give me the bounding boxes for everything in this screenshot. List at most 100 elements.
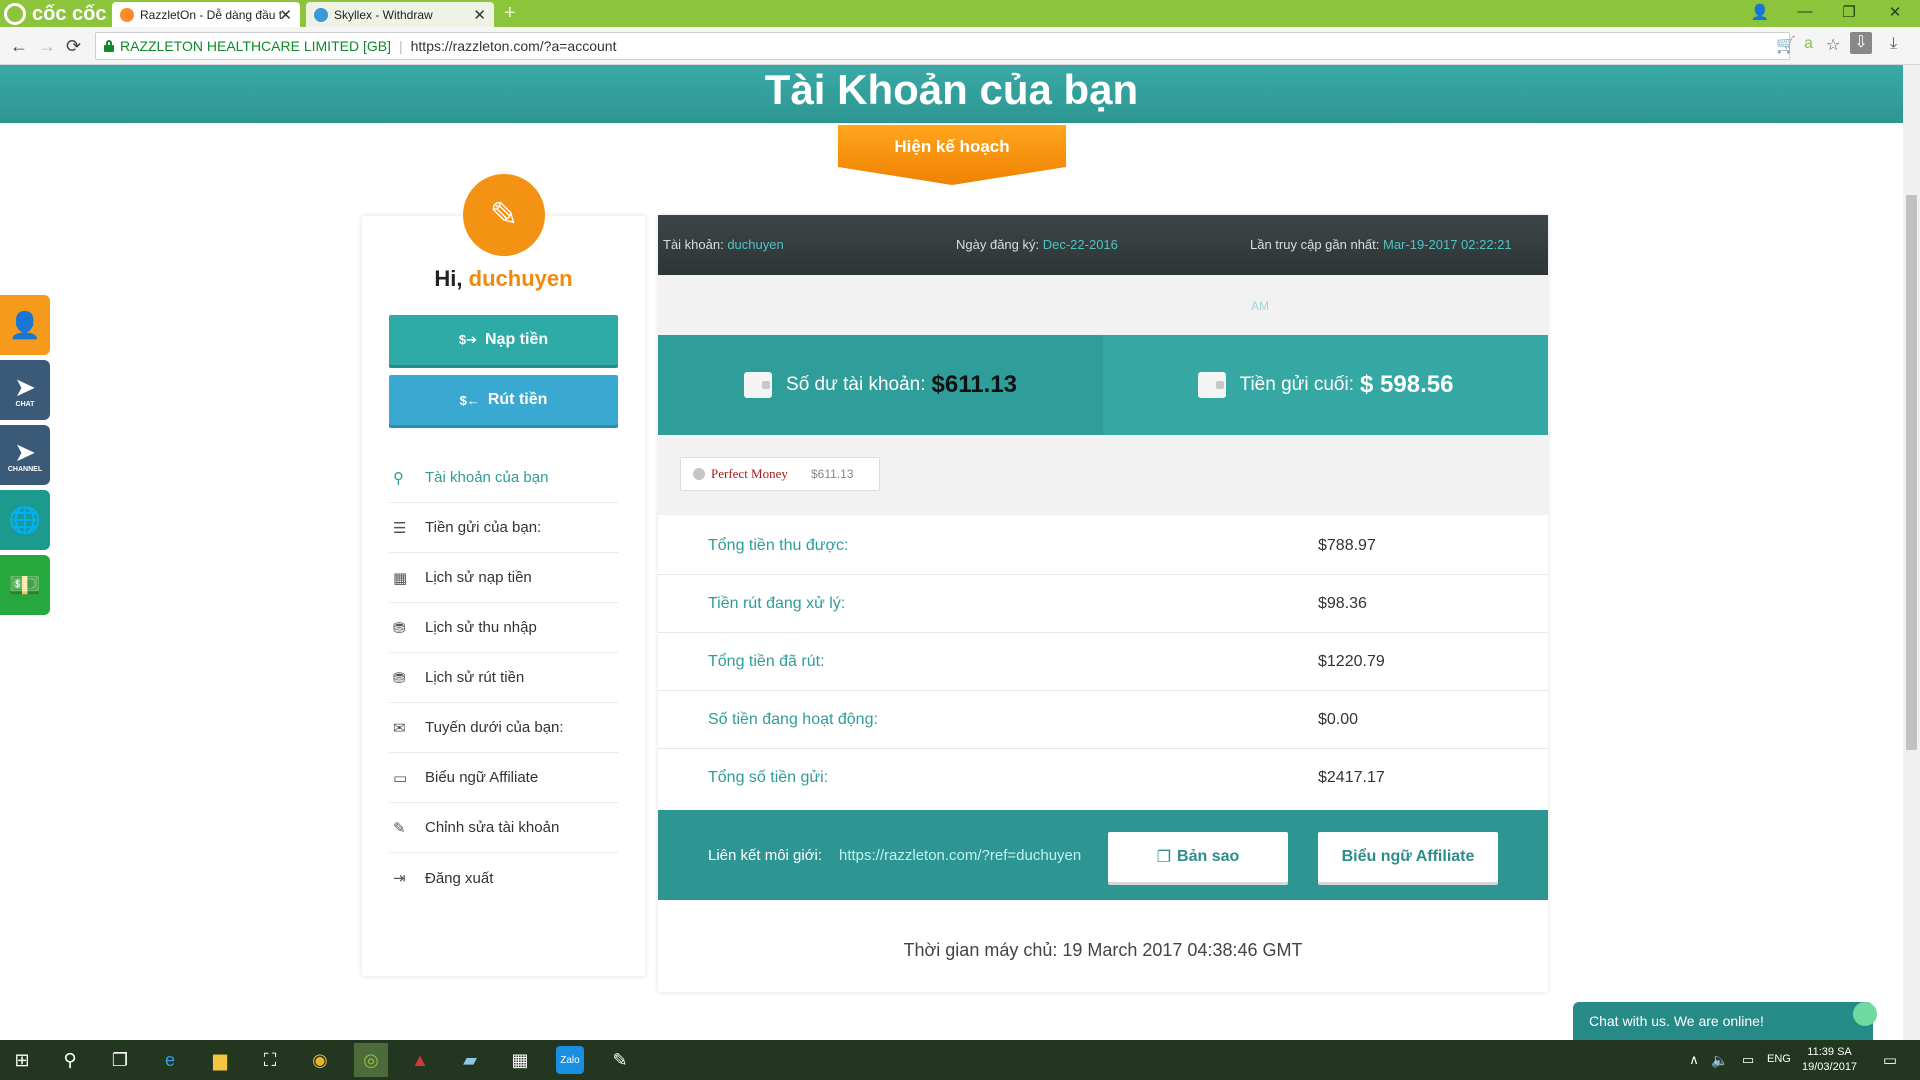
browser-brand-text: cốc cốc — [32, 2, 107, 25]
url-text[interactable]: https://razzleton.com/?a=account — [411, 38, 617, 54]
deposit-button[interactable]: $➔ Nạp tiền — [389, 315, 618, 365]
tab-razzleton[interactable]: RazzletOn - Dễ dàng đầu t ✕ — [112, 2, 300, 27]
restore-icon[interactable]: ❐ — [1834, 3, 1864, 21]
search-icon[interactable]: ⚲ — [56, 1046, 84, 1074]
balance-label: Số dư tài khoản: — [786, 374, 926, 395]
task-view-icon[interactable]: ❐ — [106, 1046, 134, 1074]
calculator-icon[interactable]: ▦ — [506, 1046, 534, 1074]
payment-processor-row: Perfect Money $611.13 — [658, 435, 1548, 515]
stat-label: Tổng tiền đã rút: — [708, 652, 825, 670]
stat-value: $788.97 — [1318, 536, 1376, 554]
wallet-icon — [744, 372, 773, 398]
sidebar-item-affiliate-banners[interactable]: ▭ Biểu ngữ Affiliate — [389, 753, 618, 803]
stat-value: $0.00 — [1318, 710, 1359, 728]
sidebar-item-deposit-history[interactable]: ▦ Lịch sử nạp tiền — [389, 553, 618, 603]
edge-icon[interactable]: e — [156, 1046, 184, 1074]
calendar-icon: ▦ — [393, 569, 408, 587]
sidebar-item-referrals[interactable]: ✉ Tuyến dưới của bạn: — [389, 703, 618, 753]
telegram-chat-icon: ➤ — [14, 371, 36, 402]
hero-banner: Tài Khoản của bạn — [0, 65, 1903, 123]
sidebar-item-logout[interactable]: ⇥ Đăng xuất — [389, 853, 618, 903]
show-plans-button[interactable]: Hiện kế hoạch — [838, 125, 1066, 185]
float-channel-button[interactable]: ➤ CHANNEL — [0, 425, 50, 485]
clock[interactable]: 11:39 SA 19/03/2017 — [1802, 1045, 1857, 1075]
greeting-prefix: Hi, — [434, 266, 463, 291]
sidebar-item-label: Tiền gửi của bạn: — [425, 519, 542, 536]
paint-icon[interactable]: ✎ — [606, 1046, 634, 1074]
lock-icon — [104, 40, 114, 52]
app-icon[interactable]: ▲ — [406, 1046, 434, 1074]
page-title: Tài Khoản của bạn — [764, 66, 1139, 113]
forward-arrow-icon[interactable]: → — [38, 36, 56, 57]
registered-value: Dec-22-2016 — [1042, 237, 1118, 252]
close-icon[interactable]: ✕ — [473, 6, 486, 24]
perfect-money-balance: Perfect Money $611.13 — [680, 457, 880, 491]
sidebar-item-withdraw-history[interactable]: ⛃ Lịch sử rút tiền — [389, 653, 618, 703]
back-arrow-icon[interactable]: ← — [10, 36, 28, 57]
file-explorer-icon[interactable]: ▆ — [206, 1046, 234, 1074]
last-deposit-value: $ 598.56 — [1360, 371, 1454, 398]
database-icon: ☰ — [393, 519, 407, 537]
withdraw-button[interactable]: $← Rút tiền — [389, 375, 618, 425]
account-stats-table: Tổng tiền thu được: $788.97 Tiền rút đan… — [658, 517, 1548, 807]
page-scrollbar[interactable] — [1903, 65, 1920, 1040]
scrollbar-thumb[interactable] — [1906, 195, 1917, 750]
notification-icon[interactable]: ▭ — [1876, 1046, 1904, 1074]
store-icon[interactable]: ⛶ — [256, 1046, 284, 1074]
sidebar-item-deposits[interactable]: ☰ Tiền gửi của bạn: — [389, 503, 618, 553]
registration-date-info: Ngày đăng ký: Dec-22-2016 — [956, 237, 1118, 252]
tray-chevron-icon[interactable]: ∧ — [1680, 1046, 1708, 1074]
input-language[interactable]: ENG — [1767, 1053, 1791, 1065]
copy-button[interactable]: ❐ Bản sao — [1108, 832, 1288, 882]
float-money-button[interactable]: 💵 — [0, 555, 50, 615]
referral-link[interactable]: https://razzleton.com/?ref=duchuyen — [839, 847, 1081, 864]
tab-skyllex[interactable]: Skyllex - Withdraw ✕ — [306, 2, 494, 27]
channel-caption: CHANNEL — [7, 465, 43, 473]
stat-value: $98.36 — [1318, 594, 1367, 612]
sidebar-item-account[interactable]: ⚲ Tài khoản của bạn — [389, 453, 618, 503]
amazon-icon[interactable]: a — [1804, 35, 1813, 53]
browser-logo[interactable]: cốc cốc — [4, 2, 106, 26]
window-close-icon[interactable]: ✕ — [1880, 3, 1910, 21]
table-row: Tổng tiền đã rút: $1220.79 — [658, 633, 1548, 691]
minimize-icon[interactable]: — — [1790, 3, 1820, 20]
greeting: Hi, duchuyen — [362, 266, 645, 292]
stat-label: Tổng tiền thu được: — [708, 536, 849, 554]
sidebar-item-label: Tuyến dưới của bạn: — [425, 719, 564, 736]
float-globe-button[interactable]: 🌐 — [0, 490, 50, 550]
windows-start-icon[interactable]: ⊞ — [8, 1046, 36, 1074]
stat-label: Số tiền đang hoạt động: — [708, 710, 878, 728]
live-chat-widget[interactable]: Chat with us. We are online! — [1573, 1002, 1877, 1040]
download-button-icon[interactable]: ⇩ — [1850, 32, 1872, 54]
chrome-icon[interactable]: ◉ — [306, 1046, 334, 1074]
network-icon[interactable]: ▭ — [1734, 1046, 1762, 1074]
razzleton-favicon-icon — [120, 8, 134, 22]
sidebar-item-label: Lịch sử thu nhập — [425, 619, 537, 636]
referral-link-bar: Liên kết môi giới: https://razzleton.com… — [658, 810, 1548, 900]
star-icon[interactable]: ☆ — [1826, 35, 1840, 55]
float-profile-button[interactable]: 👤 — [0, 295, 50, 355]
new-tab-plus-icon[interactable]: + — [504, 2, 516, 25]
sidebar-item-edit-account[interactable]: ✎ Chỉnh sửa tài khoản — [389, 803, 618, 853]
url-field[interactable]: RAZZLETON HEALTHCARE LIMITED [GB] | http… — [95, 32, 1790, 60]
downloads-icon[interactable]: ⤓ — [1890, 35, 1897, 53]
float-chat-button[interactable]: ➤ CHAT — [0, 360, 50, 420]
zalo-icon[interactable]: Zalo — [556, 1046, 584, 1074]
sidebar-item-earning-history[interactable]: ⛃ Lịch sử thu nhập — [389, 603, 618, 653]
last-access-label: Lần truy cập gần nhất: — [1250, 237, 1380, 252]
stat-label: Tổng số tiền gửi: — [708, 769, 829, 786]
notepad-icon[interactable]: ▰ — [456, 1046, 484, 1074]
deposit-label: Nạp tiền — [485, 331, 549, 348]
profile-icon[interactable]: 👤 — [1745, 3, 1775, 21]
account-summary-card: Tài khoản: duchuyen Ngày đăng ký: Dec-22… — [658, 215, 1548, 992]
shopping-cart-icon[interactable]: 🛒 — [1776, 35, 1796, 55]
coccoc-logo-icon — [4, 3, 26, 25]
reload-icon[interactable]: ⟳ — [66, 36, 81, 57]
stat-value: $2417.17 — [1318, 769, 1385, 786]
coccoc-taskbar-icon[interactable]: ◎ — [354, 1043, 388, 1077]
table-row: Tổng tiền thu được: $788.97 — [658, 517, 1548, 575]
volume-icon[interactable]: 🔈 — [1706, 1046, 1734, 1074]
close-icon[interactable]: ✕ — [279, 6, 292, 24]
affiliate-banner-button[interactable]: Biểu ngữ Affiliate — [1318, 832, 1498, 882]
clock-date: 19/03/2017 — [1802, 1061, 1858, 1073]
